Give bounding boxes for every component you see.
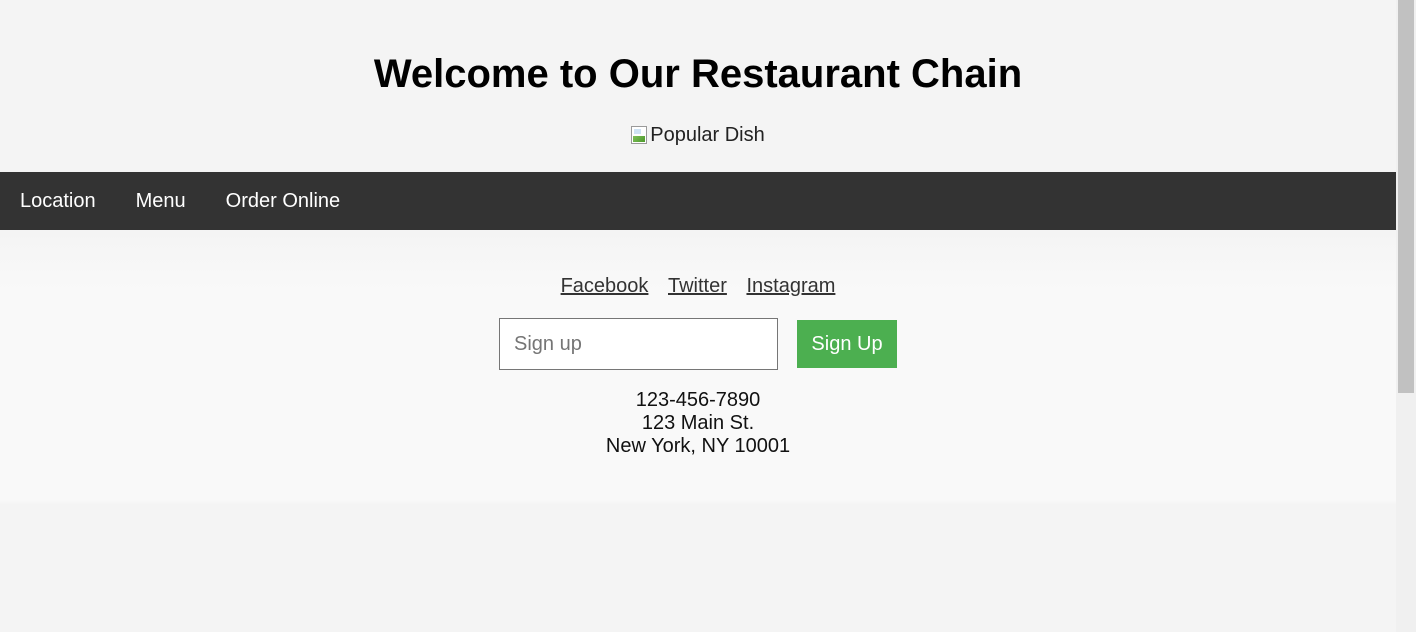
contact-city: New York, NY 10001: [605, 435, 791, 457]
vertical-scrollbar[interactable]: [1396, 0, 1416, 632]
page: Welcome to Our Restaurant Chain Popular …: [0, 0, 1396, 632]
footer: Facebook Twitter Instagram Sign Up 123-4…: [0, 230, 1396, 632]
facebook-link[interactable]: Facebook: [561, 275, 649, 297]
instagram-link[interactable]: Instagram: [746, 275, 835, 297]
nav-link-menu[interactable]: Menu: [116, 172, 206, 230]
main-nav: Location Menu Order Online: [0, 172, 1396, 230]
twitter-link[interactable]: Twitter: [668, 275, 727, 297]
social-links: Facebook Twitter Instagram: [0, 230, 1396, 298]
broken-image-icon: [631, 126, 648, 144]
popular-dish-image: Popular Dish: [631, 124, 765, 146]
contact-info: 123-456-7890 123 Main St. New York, NY 1…: [0, 389, 1396, 458]
hero-header: Welcome to Our Restaurant Chain Popular …: [0, 0, 1396, 172]
signup-input[interactable]: [499, 318, 778, 370]
scrollbar-thumb[interactable]: [1398, 0, 1414, 393]
signup-button[interactable]: Sign Up: [797, 320, 897, 368]
nav-link-location[interactable]: Location: [0, 172, 116, 230]
contact-phone: 123-456-7890: [635, 389, 761, 411]
signup-form: Sign Up: [0, 318, 1396, 370]
contact-street: 123 Main St.: [641, 412, 755, 434]
nav-link-order-online[interactable]: Order Online: [206, 172, 361, 230]
popular-dish-alt-text: Popular Dish: [650, 124, 765, 146]
page-title: Welcome to Our Restaurant Chain: [373, 52, 1023, 96]
